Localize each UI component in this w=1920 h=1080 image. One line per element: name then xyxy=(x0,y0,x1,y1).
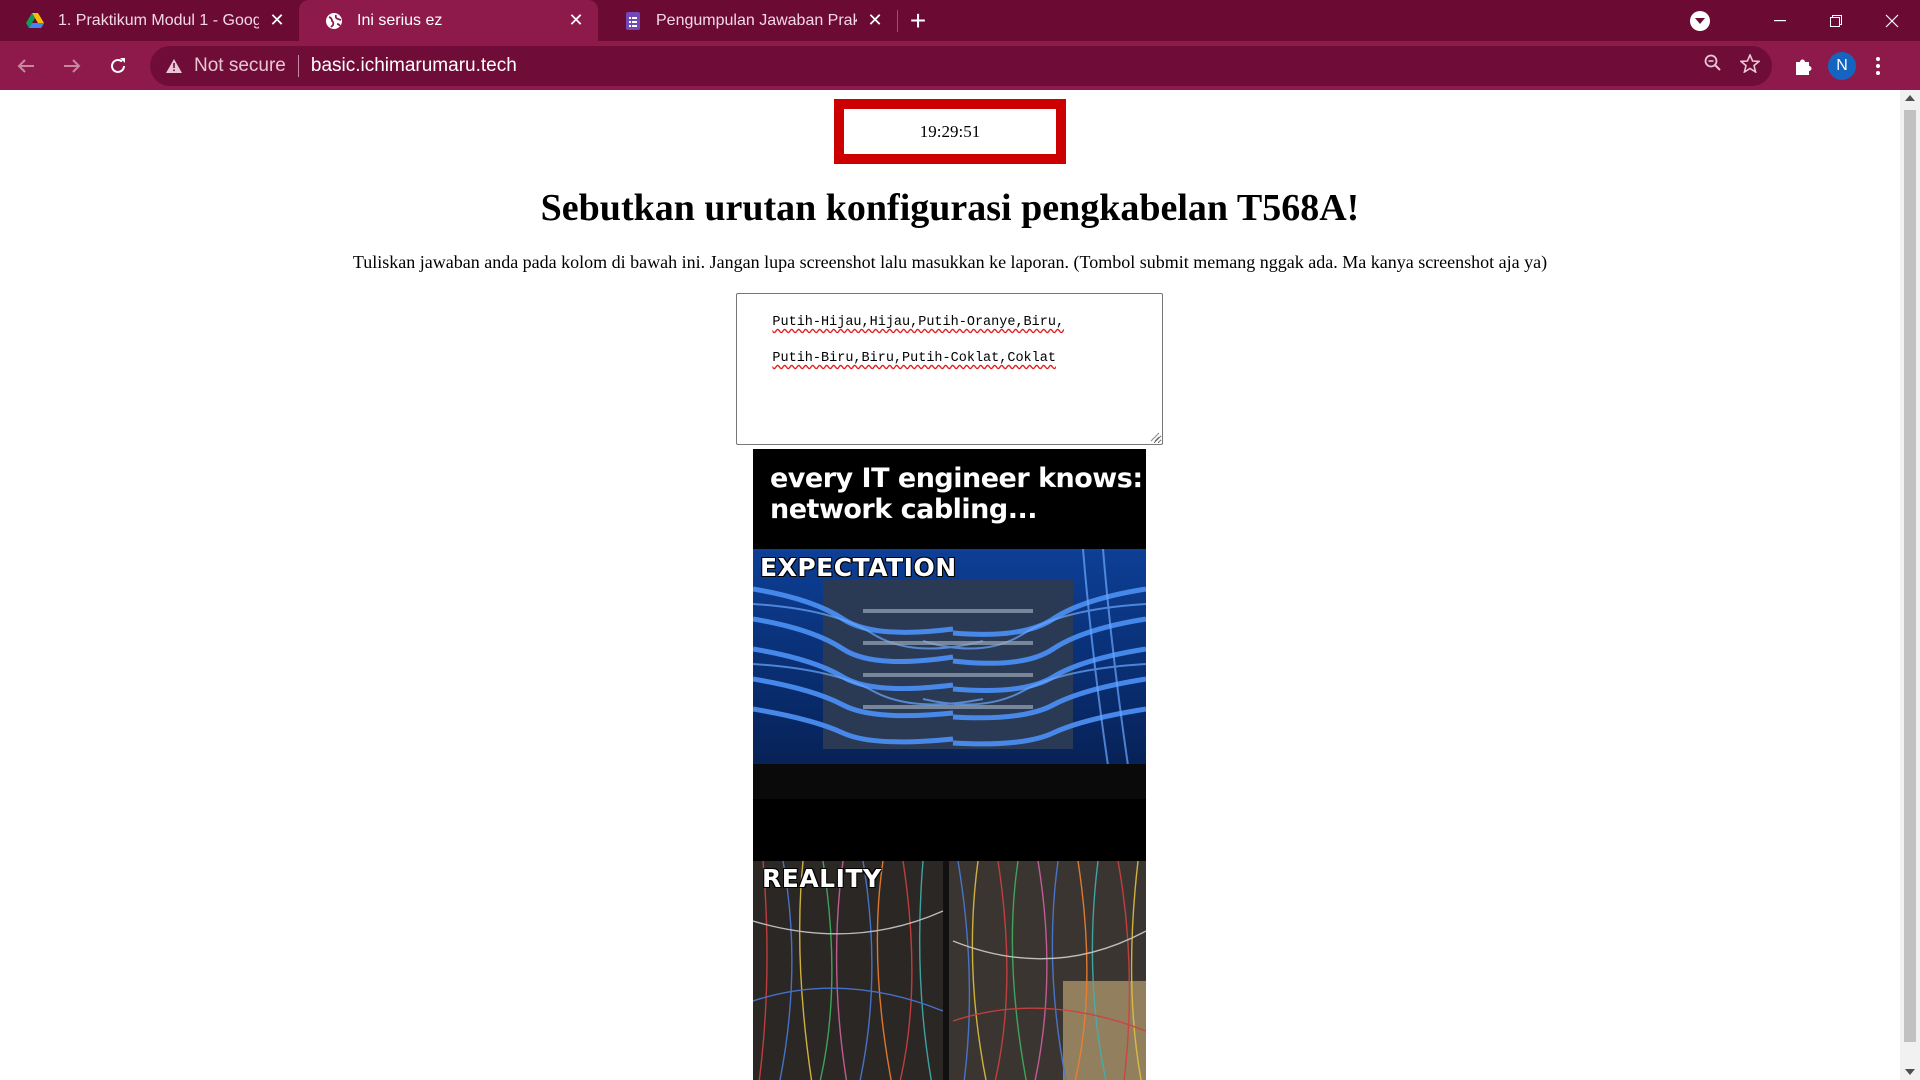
window-controls xyxy=(1690,0,1920,41)
toolbar-right: N xyxy=(1788,51,1890,81)
back-icon[interactable] xyxy=(6,46,46,86)
scrollbar-thumb[interactable] xyxy=(1904,110,1916,1042)
tab-search-icon[interactable] xyxy=(1690,10,1710,31)
expectation-photo xyxy=(753,549,1146,799)
page-viewport: 19:29:51 Sebutkan urutan konfigurasi pen… xyxy=(0,90,1900,1080)
tab-strip: 1. Praktikum Modul 1 - Google D ✕ Ini se… xyxy=(0,0,1920,41)
tab-title: 1. Praktikum Modul 1 - Google D xyxy=(58,11,259,29)
meme-caption: every IT engineer knows: network cabling… xyxy=(770,463,1143,525)
tab-title: Pengumpulan Jawaban Praktikum xyxy=(656,11,857,29)
profile-avatar[interactable]: N xyxy=(1828,51,1856,80)
tab-google-drive[interactable]: 1. Praktikum Modul 1 - Google D ✕ xyxy=(0,0,299,41)
reality-photo xyxy=(753,861,1146,1080)
reload-icon[interactable] xyxy=(98,46,138,86)
url-text[interactable]: basic.ichimarumaru.tech xyxy=(311,55,517,77)
tab-title: Ini serius ez xyxy=(357,11,443,29)
page-title: Sebutkan urutan konfigurasi pengkabelan … xyxy=(540,187,1360,229)
restore-icon[interactable] xyxy=(1808,0,1864,41)
minimize-icon[interactable] xyxy=(1752,0,1808,41)
browser-toolbar: Not secure basic.ichimarumaru.tech N xyxy=(0,41,1920,90)
globe-icon xyxy=(325,12,343,30)
google-forms-icon xyxy=(624,11,642,30)
meme-caption-line: network cabling... xyxy=(770,494,1037,525)
tab-ini-serius-ez[interactable]: Ini serius ez ✕ xyxy=(299,0,598,41)
close-tab-icon[interactable]: ✕ xyxy=(267,10,287,31)
forward-icon[interactable] xyxy=(52,46,92,86)
answer-line: Putih-Biru,Biru,Putih-Coklat,Coklat xyxy=(772,351,1056,366)
extensions-puzzle-icon[interactable] xyxy=(1788,56,1818,76)
close-tab-icon[interactable]: ✕ xyxy=(865,10,885,31)
meme-caption-line: every IT engineer knows: xyxy=(770,463,1143,494)
scroll-down-arrow-icon[interactable] xyxy=(1905,1069,1915,1075)
zoom-icon[interactable] xyxy=(1704,54,1722,77)
new-tab-button[interactable]: + xyxy=(898,0,938,41)
omnibox-divider xyxy=(297,54,299,77)
address-bar[interactable]: Not secure basic.ichimarumaru.tech xyxy=(150,45,1772,86)
clock-display: 19:29:51 xyxy=(834,99,1066,164)
reality-label: REALITY xyxy=(762,864,882,893)
close-window-icon[interactable] xyxy=(1864,0,1920,41)
menu-kebab-icon[interactable] xyxy=(1866,51,1890,81)
resize-handle-icon[interactable] xyxy=(1150,432,1160,442)
close-tab-icon[interactable]: ✕ xyxy=(566,10,586,31)
google-drive-icon xyxy=(26,12,44,30)
tab-google-forms[interactable]: Pengumpulan Jawaban Praktikum ✕ xyxy=(598,0,897,41)
expectation-label: EXPECTATION xyxy=(760,553,957,582)
scroll-up-arrow-icon[interactable] xyxy=(1905,95,1915,101)
answer-line: Putih-Hijau,Hijau,Putih-Oranye,Biru, xyxy=(772,315,1065,330)
vertical-scrollbar[interactable] xyxy=(1900,90,1920,1080)
answer-textarea[interactable]: Putih-Hijau,Hijau,Putih-Oranye,Biru, Put… xyxy=(736,293,1163,445)
instruction-text: Tuliskan jawaban anda pada kolom di bawa… xyxy=(352,252,1548,272)
bookmark-star-icon[interactable] xyxy=(1738,52,1762,78)
warning-icon[interactable] xyxy=(164,56,184,76)
omnibox-actions xyxy=(1704,46,1762,86)
meme-image: every IT engineer knows: network cabling… xyxy=(753,449,1146,1080)
security-label[interactable]: Not secure xyxy=(194,55,286,77)
